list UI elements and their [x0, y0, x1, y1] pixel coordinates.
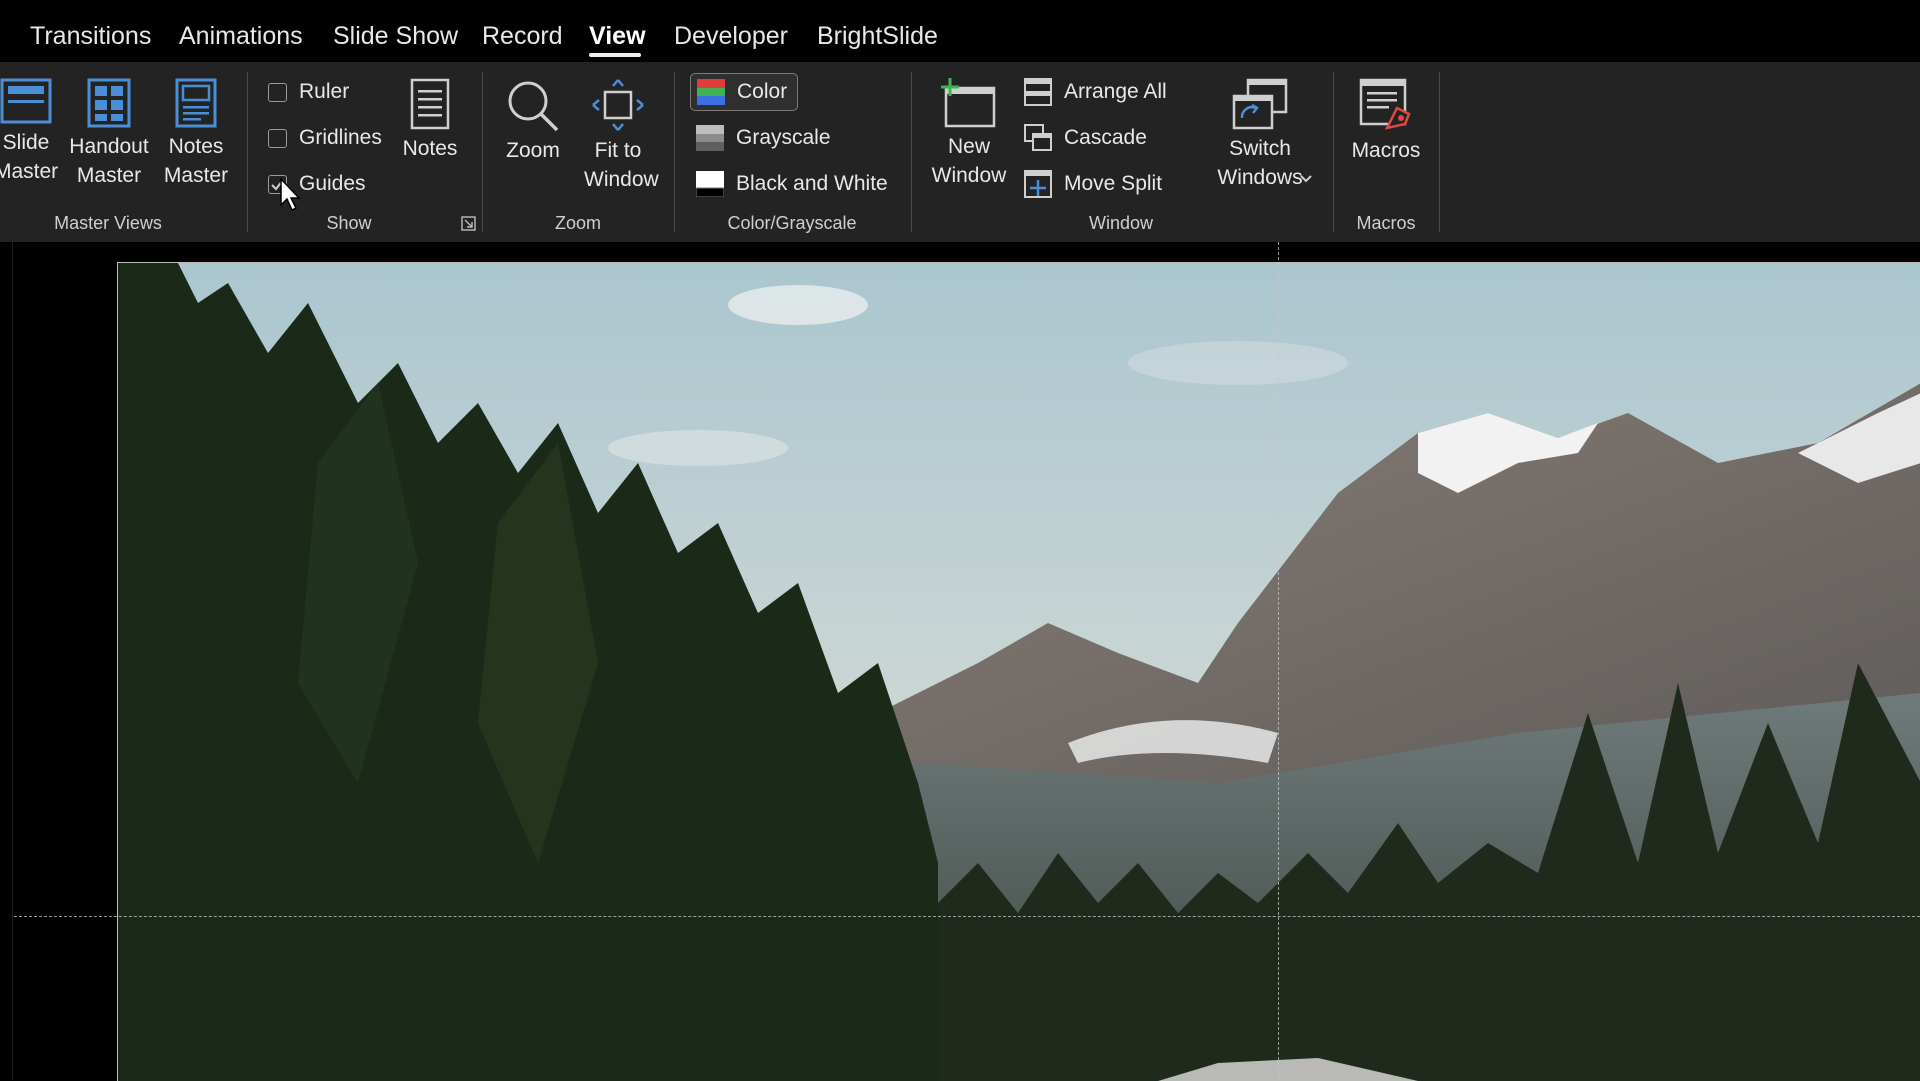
switch-windows-button[interactable]: Switch Windows — [1200, 78, 1320, 192]
arrange-all-icon — [1024, 78, 1052, 106]
group-separator — [1439, 72, 1440, 232]
tab-animations[interactable]: Animations — [179, 22, 303, 51]
magnifier-icon — [508, 81, 559, 132]
handout-master-button[interactable]: Handout Master — [66, 78, 152, 190]
notes-master-icon — [175, 78, 217, 128]
group-label-window: Window — [1088, 213, 1154, 233]
guides-label: Guides — [299, 172, 366, 195]
new-window-button[interactable]: New Window — [928, 78, 1010, 190]
switch-windows-icon — [1232, 78, 1288, 130]
group-label-color-grayscale: Color/Grayscale — [727, 213, 857, 233]
fit-to-window-icon — [592, 79, 644, 131]
macros-icon — [1359, 78, 1411, 130]
group-separator — [674, 72, 675, 232]
color-swatch-icon — [697, 79, 725, 105]
gridlines-checkbox[interactable]: Gridlines — [268, 121, 382, 155]
thumbnail-pane-edge — [12, 242, 13, 1080]
new-window-icon — [941, 78, 996, 128]
group-separator — [911, 72, 912, 232]
ruler-checkbox-box[interactable] — [268, 82, 287, 102]
chevron-down-icon — [1300, 175, 1312, 183]
tab-slide-show[interactable]: Slide Show — [333, 22, 458, 51]
move-split-button[interactable]: Move Split — [1024, 167, 1162, 201]
group-label-macros: Macros — [1356, 213, 1416, 233]
group-separator — [1333, 72, 1334, 232]
notes-label: Notes — [402, 137, 458, 160]
tab-transitions[interactable]: Transitions — [30, 22, 151, 51]
notes-button[interactable]: Notes — [398, 78, 462, 163]
color-label: Color — [737, 80, 788, 103]
macros-button[interactable]: Macros — [1346, 78, 1426, 165]
ribbon-tab-bar: Transitions Animations Slide Show Record… — [0, 0, 1920, 62]
notes-master-label: Notes Master — [163, 135, 229, 187]
zoom-label: Zoom — [506, 139, 560, 162]
group-separator — [247, 72, 248, 232]
gridlines-checkbox-box[interactable] — [268, 128, 287, 148]
slide-master-button[interactable]: Slide Master — [0, 78, 58, 186]
move-split-label: Move Split — [1064, 172, 1163, 195]
arrange-all-button[interactable]: Arrange All — [1024, 75, 1167, 109]
group-label-master-views: Master Views — [54, 213, 162, 233]
new-window-label: New Window — [931, 135, 1007, 187]
notes-icon — [410, 78, 450, 130]
macros-label: Macros — [1351, 139, 1421, 162]
grayscale-button[interactable]: Grayscale — [696, 121, 831, 155]
black-and-white-label: Black and White — [736, 172, 888, 195]
group-separator — [482, 72, 483, 232]
tab-record[interactable]: Record — [482, 22, 563, 51]
gridlines-label: Gridlines — [299, 126, 382, 149]
slide-canvas[interactable] — [117, 262, 1920, 1081]
black-and-white-swatch-icon — [696, 171, 724, 197]
horizontal-guide[interactable] — [14, 916, 1920, 917]
slide-master-icon — [0, 78, 52, 124]
fit-to-window-label: Fit to Window — [584, 139, 659, 191]
tab-developer[interactable]: Developer — [674, 22, 788, 51]
handout-master-label: Handout Master — [69, 135, 149, 187]
cascade-icon — [1024, 124, 1052, 151]
cascade-label: Cascade — [1064, 126, 1147, 149]
slide-master-label: Slide Master — [0, 131, 59, 183]
grayscale-label: Grayscale — [736, 126, 831, 149]
handout-master-icon — [87, 78, 131, 128]
black-and-white-button[interactable]: Black and White — [696, 167, 888, 201]
tab-view[interactable]: View — [589, 22, 646, 51]
arrange-all-label: Arrange All — [1064, 80, 1167, 103]
group-label-show: Show — [326, 213, 372, 233]
grayscale-swatch-icon — [696, 125, 724, 151]
vertical-guide[interactable] — [1278, 242, 1279, 1080]
move-split-icon — [1024, 170, 1052, 198]
ruler-label: Ruler — [299, 80, 350, 103]
zoom-button[interactable]: Zoom — [498, 78, 568, 165]
notes-master-button[interactable]: Notes Master — [159, 78, 233, 190]
cascade-button[interactable]: Cascade — [1024, 121, 1147, 155]
group-label-zoom: Zoom — [554, 213, 602, 233]
mouse-cursor-icon — [280, 178, 301, 212]
active-tab-indicator — [589, 53, 641, 57]
color-button[interactable]: Color — [690, 73, 798, 111]
fit-to-window-button[interactable]: Fit to Window — [584, 78, 659, 194]
ruler-checkbox[interactable]: Ruler — [268, 75, 349, 109]
dialog-launcher-icon[interactable] — [461, 216, 476, 231]
mountain-landscape-image — [118, 263, 1920, 1081]
tab-brightslide[interactable]: BrightSlide — [817, 22, 938, 51]
